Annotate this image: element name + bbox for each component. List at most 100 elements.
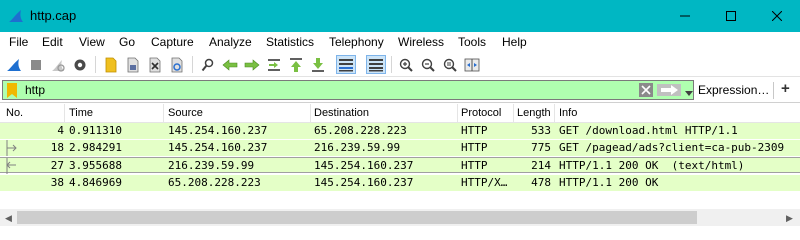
menu-view[interactable]: View [79, 35, 105, 49]
menu-capture[interactable]: Capture [151, 35, 194, 49]
colorize-icon[interactable] [366, 55, 386, 74]
cell-time: 4.846969 [69, 176, 122, 189]
open-file-icon[interactable] [101, 55, 121, 74]
column-time[interactable]: Time [69, 107, 93, 119]
go-to-packet-icon[interactable] [264, 55, 284, 74]
menu-telephony[interactable]: Telephony [329, 35, 384, 49]
normal-size-icon[interactable] [440, 55, 460, 74]
column-divider[interactable] [457, 104, 458, 123]
column-divider[interactable] [554, 104, 555, 123]
filter-history-dropdown[interactable] [685, 86, 693, 100]
column-protocol[interactable]: Protocol [461, 107, 501, 119]
menu-help[interactable]: Help [502, 35, 527, 49]
title-bar: http.cap [0, 0, 800, 32]
menu-tools[interactable]: Tools [458, 35, 486, 49]
packet-row-selected[interactable]: 27 3.955688 216.239.59.99 145.254.160.23… [0, 157, 800, 174]
last-packet-icon[interactable] [308, 55, 328, 74]
packet-row[interactable]: 38 4.846969 65.208.228.223 145.254.160.2… [0, 175, 800, 191]
cell-info: HTTP/1.1 200 OK (text/html) [559, 159, 745, 172]
minimize-button[interactable] [662, 0, 708, 32]
cell-time: 2.984291 [69, 141, 122, 154]
toolbar-separator [391, 56, 392, 73]
column-no[interactable]: No. [6, 107, 23, 119]
horizontal-scrollbar[interactable]: ◀ ▶ [0, 209, 800, 226]
main-toolbar [0, 52, 800, 77]
zoom-in-icon[interactable] [396, 55, 416, 74]
find-icon[interactable] [198, 55, 218, 74]
menu-analyze[interactable]: Analyze [209, 35, 252, 49]
menu-statistics[interactable]: Statistics [266, 35, 314, 49]
cell-time: 3.955688 [69, 159, 122, 172]
cell-destination: 145.254.160.237 [314, 159, 414, 172]
filter-divider [773, 82, 774, 99]
cell-info: GET /download.html HTTP/1.1 [559, 124, 738, 137]
stop-icon[interactable] [26, 55, 46, 74]
bookmark-icon[interactable] [6, 83, 20, 98]
menu-go[interactable]: Go [119, 35, 135, 49]
cell-length: 533 [531, 124, 551, 137]
wireshark-fin-icon [8, 8, 24, 24]
toolbar-separator [95, 56, 96, 73]
close-button[interactable] [754, 0, 800, 32]
column-length[interactable]: Length [517, 107, 551, 119]
maximize-button[interactable] [708, 0, 754, 32]
column-divider[interactable] [64, 104, 65, 123]
column-destination[interactable]: Destination [314, 107, 369, 119]
go-back-icon[interactable] [220, 55, 240, 74]
apply-filter-arrow-icon[interactable] [657, 84, 681, 96]
scroll-left-icon[interactable]: ◀ [5, 213, 12, 224]
autoscroll-icon[interactable] [336, 55, 356, 74]
cell-source: 216.239.59.99 [168, 159, 255, 172]
cell-length: 214 [531, 159, 551, 172]
cell-no: 27 [50, 159, 64, 172]
column-info[interactable]: Info [559, 107, 577, 119]
close-file-icon[interactable] [145, 55, 165, 74]
save-file-icon[interactable] [123, 55, 143, 74]
packet-row[interactable]: 4 0.911310 145.254.160.237 65.208.228.22… [0, 123, 800, 139]
cell-info: GET /pagead/ads?client=ca-pub-2309 [559, 141, 785, 154]
cell-source: 145.254.160.237 [168, 141, 268, 154]
cell-info: HTTP/1.1 200 OK [559, 176, 659, 189]
cell-no: 18 [50, 141, 64, 154]
cell-destination: 145.254.160.237 [314, 176, 414, 189]
menu-wireless[interactable]: Wireless [398, 35, 444, 49]
scrollbar-thumb[interactable] [17, 211, 697, 224]
reload-icon[interactable] [167, 55, 187, 74]
go-forward-icon[interactable] [242, 55, 262, 74]
cell-time: 0.911310 [69, 124, 122, 137]
zoom-out-icon[interactable] [418, 55, 438, 74]
add-filter-button[interactable]: + [781, 80, 790, 97]
resize-columns-icon[interactable] [462, 55, 482, 74]
column-divider[interactable] [163, 104, 164, 123]
cell-destination: 216.239.59.99 [314, 141, 401, 154]
cell-protocol: HTTP [461, 124, 488, 137]
cell-source: 145.254.160.237 [168, 124, 268, 137]
window-title: http.cap [30, 8, 77, 23]
column-divider[interactable] [513, 104, 514, 123]
display-filter-input[interactable]: http [2, 80, 694, 100]
toolbar-separator [192, 56, 193, 73]
cell-protocol: HTTP [461, 159, 488, 172]
scroll-right-icon[interactable]: ▶ [786, 213, 793, 224]
shark-fin-start-icon[interactable] [4, 55, 24, 74]
packet-row[interactable]: 18 2.984291 145.254.160.237 216.239.59.9… [0, 140, 800, 156]
cell-destination: 65.208.228.223 [314, 124, 407, 137]
column-source[interactable]: Source [168, 107, 203, 119]
menu-edit[interactable]: Edit [42, 35, 63, 49]
packet-list-header: No. Time Source Destination Protocol Len… [0, 104, 800, 123]
options-gear-icon[interactable] [70, 55, 90, 74]
cell-protocol: HTTP [461, 141, 488, 154]
column-divider[interactable] [310, 104, 311, 123]
cell-no: 38 [50, 176, 64, 189]
expression-button[interactable]: Expression… [698, 83, 769, 97]
restart-icon[interactable] [48, 55, 68, 74]
cell-protocol: HTTP/X… [461, 176, 508, 189]
cell-length: 775 [531, 141, 551, 154]
menu-bar: File Edit View Go Capture Analyze Statis… [0, 32, 800, 52]
menu-file[interactable]: File [9, 35, 28, 49]
first-packet-icon[interactable] [286, 55, 306, 74]
filter-text: http [25, 83, 46, 97]
cell-source: 65.208.228.223 [168, 176, 261, 189]
clear-filter-icon[interactable] [639, 83, 653, 97]
display-filter-bar: http Expression… + [0, 78, 800, 103]
